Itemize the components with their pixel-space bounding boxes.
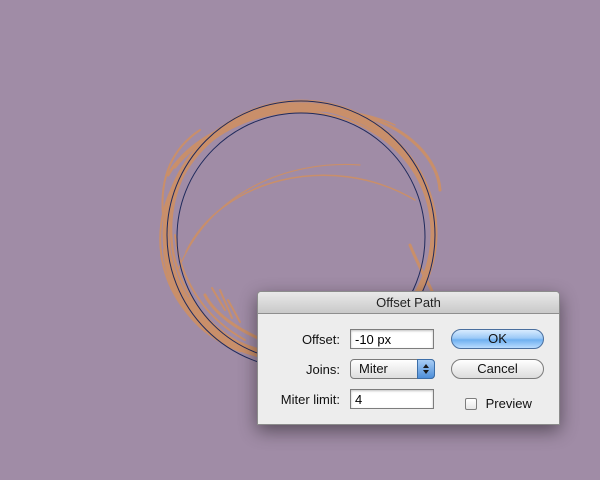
joins-label: Joins: xyxy=(306,362,340,377)
dialog-title: Offset Path xyxy=(258,292,559,314)
cancel-button[interactable]: Cancel xyxy=(451,359,544,379)
miter-limit-input[interactable] xyxy=(350,389,434,409)
ok-button[interactable]: OK xyxy=(451,329,544,349)
miter-limit-label: Miter limit: xyxy=(280,392,340,407)
offset-label: Offset: xyxy=(301,332,340,347)
preview-label: Preview xyxy=(485,396,532,411)
offset-path-dialog: Offset Path Offset: Joins: Miter Miter l… xyxy=(257,291,560,425)
popup-arrows-icon xyxy=(417,359,435,379)
joins-select[interactable]: Miter xyxy=(350,359,435,379)
checkbox-icon[interactable] xyxy=(465,398,477,410)
offset-input[interactable] xyxy=(350,329,434,349)
preview-checkbox-row[interactable]: Preview xyxy=(465,396,532,412)
joins-value: Miter xyxy=(359,361,388,376)
